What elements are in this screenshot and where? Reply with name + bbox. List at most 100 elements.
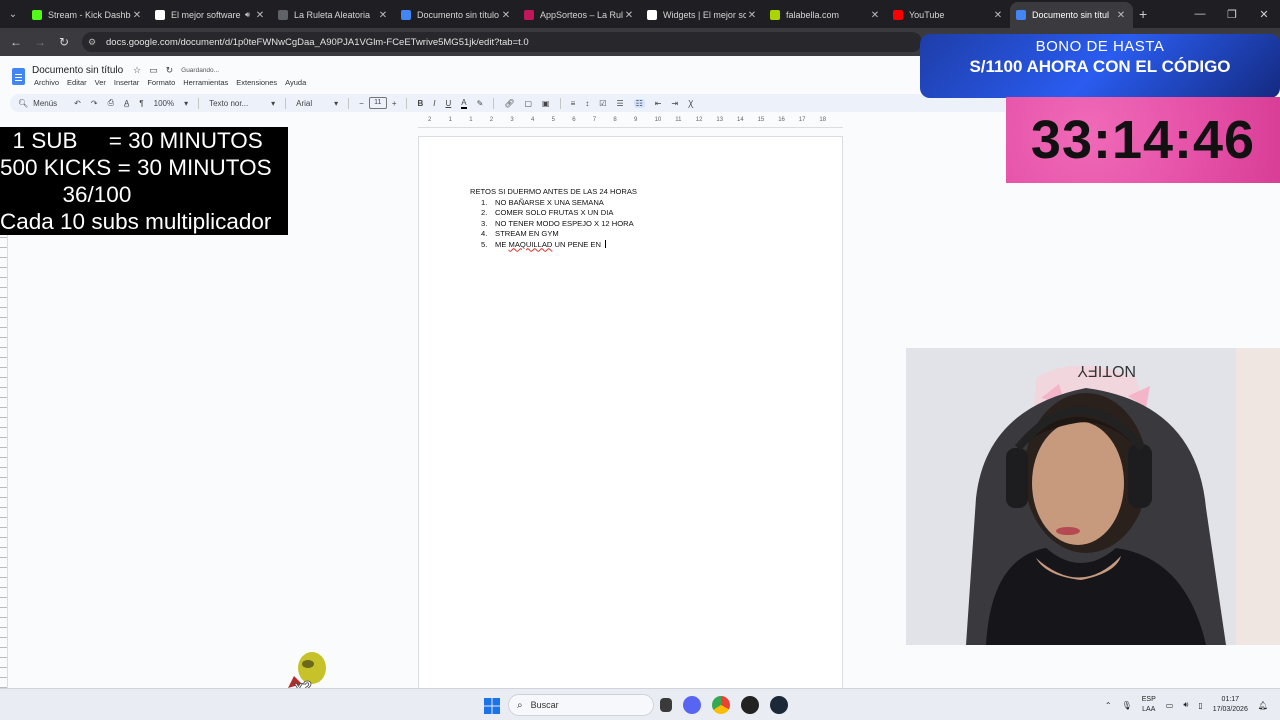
bulleted-list-icon[interactable]: ☰ [616, 99, 623, 108]
zoom-select[interactable]: 100% [154, 99, 174, 108]
discord-icon[interactable] [683, 696, 701, 714]
text-color-icon[interactable]: A [461, 98, 467, 109]
undo-icon[interactable]: ↶ [74, 99, 81, 108]
style-select[interactable]: Texto nor... [209, 99, 261, 108]
steam-icon[interactable] [770, 696, 788, 714]
network-icon[interactable]: ▭ [1166, 701, 1174, 710]
list-item[interactable]: 3. NO TENER MODO ESPEJO X 12 HORA [481, 219, 634, 229]
clock[interactable]: 01:17 17/03/2026 [1213, 695, 1248, 715]
browser-tab[interactable]: falabella.com ✕ [764, 2, 887, 28]
browser-tab[interactable]: Documento sin título ✕ [395, 2, 518, 28]
decrease-font-icon[interactable]: − [359, 99, 364, 108]
redo-icon[interactable]: ↷ [91, 99, 98, 108]
docs-menu-extensiones[interactable]: Extensiones [236, 78, 277, 87]
microphone-icon[interactable]: 🎙︎ [1122, 701, 1132, 710]
browser-tab[interactable]: Documento sin títul ✕ [1010, 2, 1133, 28]
font-size-input[interactable]: 11 [368, 97, 387, 109]
font-chevron-icon[interactable]: ▾ [334, 99, 338, 108]
docs-menu-archivo[interactable]: Archivo [34, 78, 59, 87]
file-explorer-icon[interactable] [660, 698, 672, 712]
tab-close-icon[interactable]: ✕ [746, 10, 758, 21]
restore-icon[interactable]: ❐ [1216, 0, 1248, 28]
list-item[interactable]: 2. COMER SOLO FRUTAS X UN DIA [481, 208, 634, 218]
line-spacing-icon[interactable]: ↕ [585, 99, 589, 108]
chrome-icon[interactable] [712, 696, 730, 714]
list-item[interactable]: 4. STREAM EN GYM [481, 229, 634, 239]
document-page[interactable]: RETOS SI DUERMO ANTES DE LAS 24 HORAS 1.… [418, 136, 843, 696]
windows-start-icon[interactable] [484, 698, 500, 714]
battery-icon[interactable]: ▯ [1198, 701, 1202, 710]
highlight-icon[interactable]: ✎ [477, 99, 484, 108]
clear-formatting-icon[interactable]: Ꭓ [688, 98, 693, 109]
list-item[interactable]: 1. NO BAÑARSE X UNA SEMANA [481, 198, 634, 208]
tab-close-icon[interactable]: ✕ [131, 10, 143, 21]
checklist-icon[interactable]: ☑ [599, 99, 606, 108]
forward-icon[interactable]: → [28, 35, 52, 49]
style-chevron-icon[interactable]: ▾ [271, 99, 275, 108]
decrease-indent-icon[interactable]: ⇤ [655, 99, 662, 108]
image-icon[interactable]: ▣ [542, 99, 550, 108]
new-tab-button[interactable]: + [1139, 6, 1147, 22]
tab-close-icon[interactable]: ✕ [254, 10, 266, 21]
browser-tab[interactable]: YouTube ✕ [887, 2, 1010, 28]
tab-search-chevron-icon[interactable]: ⌄ [0, 0, 26, 28]
spellcheck-icon[interactable]: A̲ [124, 99, 129, 108]
move-folder-icon[interactable]: ▭ [149, 65, 158, 76]
back-icon[interactable]: ← [4, 35, 28, 49]
document-heading[interactable]: RETOS SI DUERMO ANTES DE LAS 24 HORAS [470, 187, 637, 196]
numbered-list-icon[interactable]: ☷ [633, 98, 645, 108]
reload-icon[interactable]: ↻ [52, 35, 76, 49]
underline-icon[interactable]: U [446, 99, 452, 108]
browser-tab[interactable]: Widgets | El mejor sc ✕ [641, 2, 764, 28]
volume-icon[interactable]: 🔊︎ [1183, 700, 1188, 710]
tab-close-icon[interactable]: ✕ [1115, 10, 1127, 21]
docs-menu-formato[interactable]: Formato [147, 78, 175, 87]
zoom-chevron-icon[interactable]: ▾ [184, 99, 188, 108]
italic-icon[interactable]: I [433, 99, 435, 108]
paint-format-icon[interactable]: ¶ [139, 99, 143, 108]
increase-indent-icon[interactable]: ⇥ [672, 99, 679, 108]
obs-icon[interactable] [741, 696, 759, 714]
font-select[interactable]: Arial [296, 99, 324, 108]
tab-close-icon[interactable]: ✕ [377, 10, 389, 21]
align-icon[interactable]: ≡ [571, 99, 576, 108]
taskbar-search-box[interactable]: ⌕ Buscar [508, 694, 654, 716]
browser-tab[interactable]: AppSorteos – La Rule ✕ [518, 2, 641, 28]
browser-tab[interactable]: El mejor software 🔊︎ ✕ [149, 2, 272, 28]
site-info-icon[interactable]: ⚙ [88, 37, 102, 48]
search-menus-icon[interactable]: 🔍︎ [18, 99, 28, 108]
link-icon[interactable]: 🔗︎ [504, 99, 514, 108]
docs-menu-herramientas[interactable]: Herramientas [183, 78, 228, 87]
docs-menu-editar[interactable]: Editar [67, 78, 87, 87]
comment-icon[interactable]: ▢ [524, 99, 532, 108]
tab-close-icon[interactable]: ✕ [623, 10, 635, 21]
browser-tab[interactable]: La Ruleta Aleatoria ✕ [272, 2, 395, 28]
docs-menu-insertar[interactable]: Insertar [114, 78, 139, 87]
increase-font-icon[interactable]: + [392, 99, 397, 108]
tab-close-icon[interactable]: ✕ [869, 10, 881, 21]
misspelled-word[interactable]: MAQUILLAD [509, 240, 553, 249]
close-window-icon[interactable]: ✕ [1248, 0, 1280, 28]
docs-menu-ver[interactable]: Ver [95, 78, 106, 87]
language-indicator[interactable]: ESP LAA [1142, 695, 1156, 715]
print-icon[interactable]: ⎙ [108, 98, 114, 108]
address-bar[interactable]: ⚙ docs.google.com/document/d/1p0teFWNwCg… [82, 32, 922, 52]
notification-bell-icon[interactable]: 🔔︎ [1258, 701, 1268, 710]
menus-search-label[interactable]: Menús [33, 99, 57, 108]
horizontal-ruler[interactable]: 2 1 1 2 3 4 5 6 7 8 9 10 11 12 13 14 15 16 17 18 [418, 116, 843, 128]
docs-menu-ayuda[interactable]: Ayuda [285, 78, 306, 87]
star-icon[interactable]: ☆ [133, 65, 141, 76]
ruler-mark: 1 [469, 117, 473, 123]
tab-close-icon[interactable]: ✕ [500, 10, 512, 21]
bold-icon[interactable]: B [417, 99, 423, 108]
list-number: 1. [481, 198, 488, 207]
tray-overflow-icon[interactable]: ⌃ [1105, 701, 1112, 710]
minimize-icon[interactable]: — [1184, 0, 1216, 28]
tab-audio-icon[interactable]: 🔊︎ [245, 10, 250, 20]
numbered-list[interactable]: 1. NO BAÑARSE X UNA SEMANA 2. COMER SOLO FR… [481, 198, 634, 250]
list-item[interactable]: 5. ME MAQUILLAD UN PENE EN [481, 239, 634, 250]
docs-logo-icon[interactable] [12, 68, 25, 85]
document-title[interactable]: Documento sin título [32, 65, 123, 76]
tab-close-icon[interactable]: ✕ [992, 10, 1004, 21]
browser-tab[interactable]: Stream - Kick Dashbo ✕ [26, 2, 149, 28]
